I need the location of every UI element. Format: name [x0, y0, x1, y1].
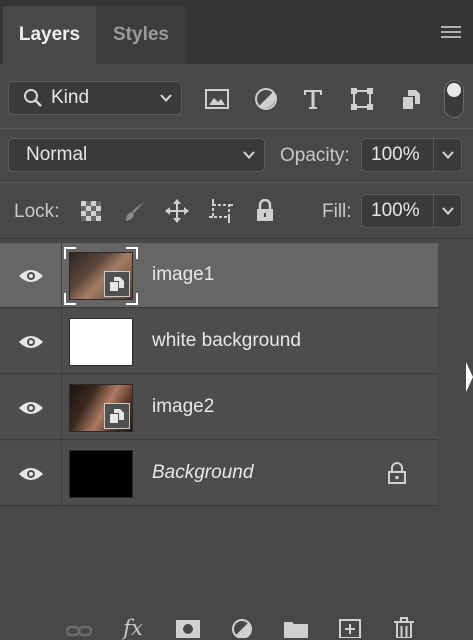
divider [0, 128, 473, 129]
adjustment-filter-icon[interactable] [253, 86, 279, 112]
layer-row-image2[interactable]: image2 [0, 375, 438, 440]
chevron-down-icon [242, 148, 256, 162]
visibility-eye-icon[interactable] [0, 441, 62, 506]
layer-name[interactable]: image1 [152, 264, 214, 286]
smart-object-filter-icon[interactable] [398, 86, 424, 112]
lock-label: Lock: [14, 201, 60, 222]
layer-row-image1[interactable]: image1 [0, 243, 438, 308]
fill-label: Fill: [322, 201, 352, 222]
lock-image-pixels-icon[interactable] [122, 198, 148, 224]
divider [0, 238, 473, 239]
layer-thumbnail [69, 450, 133, 498]
search-icon [23, 88, 43, 108]
chevron-down-icon [441, 207, 454, 215]
lock-all-icon[interactable] [252, 198, 278, 224]
visibility-eye-icon[interactable] [0, 375, 62, 440]
tab-layers[interactable]: Layers [3, 6, 96, 64]
opacity-dropdown-button[interactable] [434, 138, 462, 172]
smart-object-badge-icon [104, 403, 130, 429]
adjustment-layer-icon[interactable] [229, 616, 255, 640]
blend-mode-dropdown[interactable]: Normal [8, 138, 265, 172]
image-filter-icon[interactable] [204, 86, 230, 112]
lock-transparent-pixels-icon[interactable] [78, 198, 104, 224]
fx-label: fx [123, 616, 143, 640]
layer-thumbnail [69, 384, 133, 432]
lock-position-icon[interactable] [164, 198, 190, 224]
panel-edge-arrow-icon [466, 362, 473, 392]
layer-row-white-background[interactable]: white background [0, 309, 438, 374]
fill-dropdown-button[interactable] [434, 194, 462, 228]
layer-lock-icon [386, 461, 408, 485]
shape-filter-icon[interactable] [349, 86, 375, 112]
layer-thumbnail [69, 252, 133, 300]
new-layer-icon[interactable] [337, 616, 363, 640]
lock-artboard-icon[interactable] [208, 198, 234, 224]
type-filter-icon[interactable] [300, 86, 326, 112]
panel-tab-bar: Layers Styles [0, 0, 473, 64]
layer-name[interactable]: white background [152, 330, 301, 352]
divider [0, 182, 473, 183]
layer-row-background[interactable]: Background [0, 441, 438, 506]
filter-toggle-switch[interactable] [444, 80, 464, 118]
chevron-down-icon [441, 151, 454, 159]
fill-input[interactable]: 100% [361, 194, 434, 228]
new-group-icon[interactable] [283, 616, 309, 640]
filter-kind-label: Kind [51, 87, 90, 108]
layer-name[interactable]: image2 [152, 396, 214, 418]
layer-style-fx-icon[interactable]: fx [120, 616, 146, 640]
filter-kind-dropdown[interactable]: Kind [8, 81, 182, 115]
blend-mode-value: Normal [26, 144, 88, 165]
delete-layer-icon[interactable] [391, 616, 417, 640]
layer-name[interactable]: Background [152, 462, 253, 484]
chevron-down-icon [159, 91, 173, 105]
visibility-eye-icon[interactable] [0, 309, 62, 374]
visibility-eye-icon[interactable] [0, 243, 62, 308]
panel-menu-icon[interactable] [441, 26, 461, 42]
link-layers-icon[interactable] [66, 616, 92, 640]
layer-thumbnail [69, 318, 133, 366]
tab-styles[interactable]: Styles [96, 6, 186, 64]
opacity-input[interactable]: 100% [361, 138, 434, 172]
smart-object-badge-icon [104, 271, 130, 297]
add-mask-icon[interactable] [175, 616, 201, 640]
opacity-label: Opacity: [280, 145, 350, 166]
